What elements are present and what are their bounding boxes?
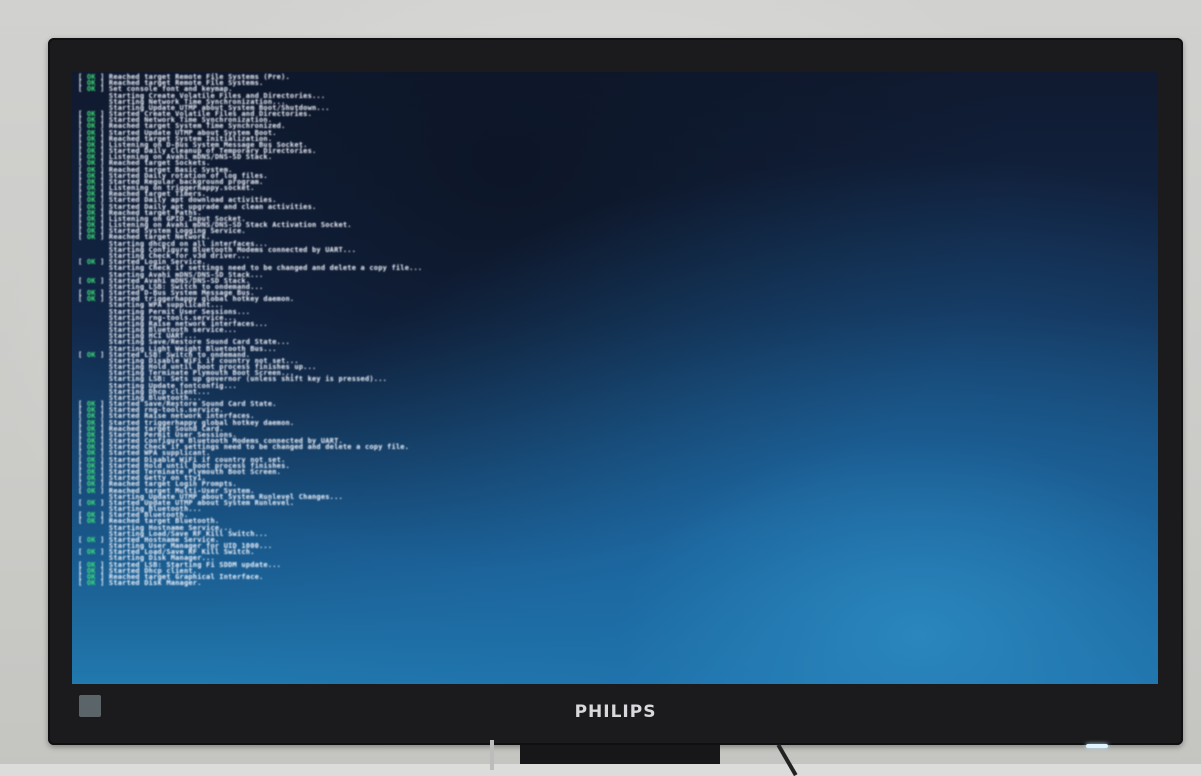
monitor-screen: [ OK ] Reached target Remote File System… (72, 72, 1158, 684)
boot-console: [ OK ] Reached target Remote File System… (78, 74, 678, 588)
status-badge: OK (86, 579, 96, 588)
cable (490, 740, 494, 770)
log-message: ] Started Disk Manager. (95, 579, 202, 588)
power-led-icon (1086, 744, 1108, 748)
monitor-stand (520, 745, 720, 764)
boot-log-line: [ OK ] Started Disk Manager. (78, 579, 202, 588)
monitor-bezel: [ OK ] Reached target Remote File System… (48, 38, 1183, 748)
brand-logo: PHILIPS (574, 702, 657, 722)
